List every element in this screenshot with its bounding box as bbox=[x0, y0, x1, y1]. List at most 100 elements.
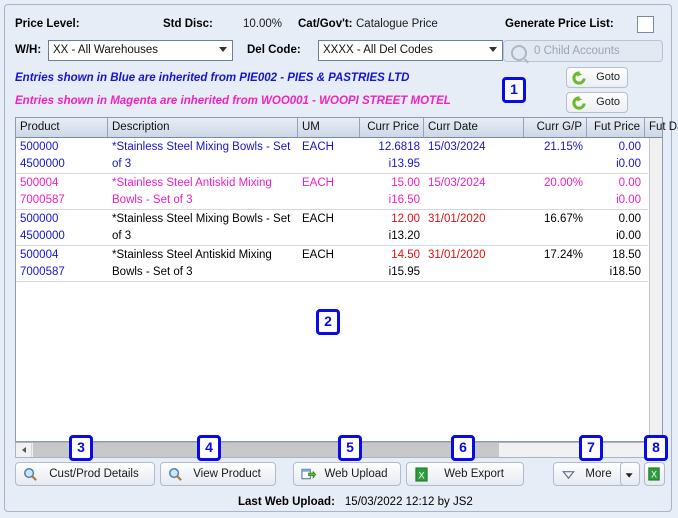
price-grid-body[interactable]: 500000 4500000 *Stainless Steel Mixing Bow… bbox=[16, 138, 648, 441]
std-disc-value: 10.00% bbox=[243, 18, 283, 30]
price-level-label: Price Level: bbox=[15, 18, 80, 30]
last-web-upload-label: Last Web Upload: bbox=[238, 496, 335, 508]
last-web-upload-value: 15/03/2022 12:12 by JS2 bbox=[344, 496, 473, 508]
cell-curr-gp: 21.15% bbox=[543, 141, 583, 153]
del-code-select-value: XXXX - All Del Codes bbox=[323, 44, 433, 56]
chevron-down-icon bbox=[219, 47, 227, 52]
legend-magenta-inherited: Entries shown in Magenta are inherited f… bbox=[15, 95, 451, 107]
svg-text:X: X bbox=[651, 470, 657, 480]
cell-curr-gp: 17.24% bbox=[543, 249, 583, 261]
warehouse-select-value: XX - All Warehouses bbox=[53, 44, 159, 56]
legend-blue-inherited: Entries shown in Blue are inherited from… bbox=[15, 72, 410, 84]
cell-curr-gp: 16.67% bbox=[543, 213, 583, 225]
del-code-label: Del Code: bbox=[247, 44, 301, 56]
web-upload-button[interactable]: Web Upload bbox=[293, 462, 401, 486]
column-header-curr-date[interactable]: Curr Date bbox=[424, 118, 524, 137]
search-icon bbox=[23, 467, 38, 482]
child-accounts-button[interactable]: 0 Child Accounts bbox=[503, 40, 663, 62]
more-dropdown-button[interactable] bbox=[620, 462, 640, 486]
table-row[interactable]: 500000 4500000 *Stainless Steel Mixing Bow… bbox=[16, 210, 648, 246]
chevron-down-icon bbox=[489, 47, 497, 52]
warehouse-label: W/H: bbox=[15, 44, 42, 56]
cell-fut-price: 18.50 i18.50 bbox=[609, 249, 641, 278]
annotation-badge-3: 3 bbox=[69, 435, 93, 461]
vertical-scrollbar[interactable] bbox=[649, 138, 662, 441]
price-grid: Product Description UM Curr Price Curr D… bbox=[15, 117, 678, 442]
column-header-fut-price[interactable]: Fut Price bbox=[587, 118, 645, 137]
goto-button-blue-parent[interactable]: Goto bbox=[566, 67, 628, 88]
cell-fut-price: 0.00 i0.00 bbox=[616, 177, 641, 206]
del-code-select[interactable]: XXXX - All Del Codes bbox=[318, 40, 503, 61]
generate-price-list-checkbox[interactable] bbox=[637, 16, 654, 33]
cell-product: 500004 7000587 bbox=[20, 177, 65, 206]
price-maintenance-panel: Price Level: Std Disc: 10.00% Cat/Gov't:… bbox=[4, 4, 678, 512]
scroll-left-arrow-icon[interactable] bbox=[16, 443, 32, 457]
excel-export-icon-button[interactable]: X bbox=[644, 462, 665, 486]
annotation-badge-4: 4 bbox=[197, 435, 221, 461]
goto-button-label: Goto bbox=[596, 96, 620, 108]
cell-description: *Stainless Steel Mixing Bowls - Set of 3 bbox=[112, 213, 291, 242]
goto-button-label: Goto bbox=[596, 71, 620, 83]
web-export-button[interactable]: X Web Export bbox=[406, 462, 524, 486]
cell-curr-date: 31/01/2020 bbox=[428, 249, 486, 261]
web-upload-icon bbox=[301, 467, 317, 482]
cust-prod-details-label: Cust/Prod Details bbox=[49, 468, 139, 480]
goto-button-magenta-parent[interactable]: Goto bbox=[566, 92, 628, 113]
search-icon bbox=[168, 467, 183, 482]
chevron-down-outline-icon bbox=[561, 467, 576, 482]
cell-curr-date: 15/03/2024 bbox=[428, 177, 486, 189]
column-header-fut-date[interactable]: Fut Da bbox=[645, 118, 678, 137]
goto-arrow-icon bbox=[572, 96, 586, 110]
child-accounts-label: 0 Child Accounts bbox=[534, 45, 620, 57]
cell-curr-price: 12.00 i13.20 bbox=[388, 213, 420, 242]
table-row[interactable]: 500004 7000587 *Stainless Steel Antiskid M… bbox=[16, 174, 648, 210]
cell-fut-date bbox=[645, 174, 648, 210]
price-grid-header: Product Description UM Curr Price Curr D… bbox=[16, 118, 678, 138]
annotation-badge-7: 7 bbox=[579, 435, 603, 461]
cat-gov-value: Catalogue Price bbox=[356, 18, 438, 30]
cell-product: 500004 7000587 bbox=[20, 249, 65, 278]
horizontal-scrollbar-thumb[interactable] bbox=[33, 443, 499, 457]
cell-fut-date: 25/03/2 bbox=[645, 246, 648, 282]
column-header-curr-gp[interactable]: Curr G/P bbox=[524, 118, 587, 137]
table-row[interactable]: 500000 4500000 *Stainless Steel Mixing Bow… bbox=[16, 138, 648, 174]
generate-price-list-label: Generate Price List: bbox=[505, 18, 614, 30]
annotation-badge-6: 6 bbox=[451, 435, 475, 461]
cell-curr-price: 14.50 i15.95 bbox=[388, 249, 420, 278]
cat-gov-label: Cat/Gov't: bbox=[298, 18, 353, 30]
table-row[interactable]: 500004 7000587 *Stainless Steel Antiskid M… bbox=[16, 246, 648, 282]
view-product-button[interactable]: View Product bbox=[160, 462, 276, 486]
column-header-description[interactable]: Description bbox=[108, 118, 298, 137]
web-upload-label: Web Upload bbox=[324, 468, 388, 480]
warehouse-select[interactable]: XX - All Warehouses bbox=[48, 40, 233, 61]
column-header-product[interactable]: Product bbox=[16, 118, 108, 137]
cell-description: *Stainless Steel Mixing Bowls - Set of 3 bbox=[112, 141, 291, 170]
cell-um: EACH bbox=[302, 177, 334, 189]
column-header-um[interactable]: UM bbox=[298, 118, 360, 137]
chevron-down-icon bbox=[625, 473, 633, 478]
cell-curr-price: 15.00 i16.50 bbox=[388, 177, 420, 206]
cell-um: EACH bbox=[302, 213, 334, 225]
more-button[interactable]: More bbox=[553, 462, 626, 486]
web-export-label: Web Export bbox=[444, 468, 504, 480]
std-disc-label: Std Disc: bbox=[163, 18, 213, 30]
column-header-curr-price[interactable]: Curr Price bbox=[360, 118, 424, 137]
header-row-price-level: Price Level: Std Disc: 10.00% Cat/Gov't:… bbox=[15, 16, 663, 34]
svg-text:X: X bbox=[418, 470, 425, 480]
annotation-badge-5: 5 bbox=[338, 435, 362, 461]
cell-description: *Stainless Steel Antiskid Mixing Bowls - … bbox=[112, 177, 272, 206]
goto-arrow-icon bbox=[572, 71, 586, 85]
cell-curr-price: 12.6818 i13.95 bbox=[378, 141, 420, 170]
excel-icon: X bbox=[648, 467, 660, 481]
cell-fut-date bbox=[645, 210, 648, 246]
annotation-badge-8: 8 bbox=[644, 435, 668, 461]
cell-um: EACH bbox=[302, 141, 334, 153]
cell-product: 500000 4500000 bbox=[20, 213, 65, 242]
view-product-label: View Product bbox=[193, 468, 261, 480]
last-web-upload: Last Web Upload: 15/03/2022 12:12 by JS2 bbox=[238, 496, 473, 508]
annotation-badge-1: 1 bbox=[502, 77, 526, 103]
cust-prod-details-button[interactable]: Cust/Prod Details bbox=[15, 462, 155, 486]
cell-fut-price: 0.00 i0.00 bbox=[616, 213, 641, 242]
annotation-badge-2: 2 bbox=[316, 309, 340, 335]
cell-um: EACH bbox=[302, 249, 334, 261]
